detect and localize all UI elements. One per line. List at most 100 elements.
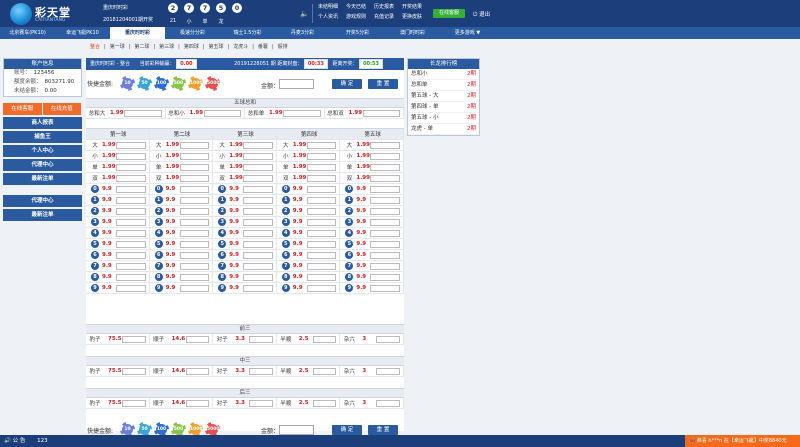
tab-swiss[interactable]: 瑞士1.5分彩: [220, 27, 275, 39]
bet-input[interactable]: [306, 262, 337, 270]
logo[interactable]: 彩天堂 CAITIANTANG: [10, 3, 74, 25]
subtab[interactable]: 第五球: [209, 44, 224, 50]
bet-input[interactable]: [370, 240, 400, 248]
bet-input[interactable]: [122, 367, 146, 375]
bet-input[interactable]: [185, 335, 210, 343]
bet-input[interactable]: [370, 141, 400, 149]
subtab[interactable]: 整合: [90, 44, 100, 50]
bet-input[interactable]: [370, 273, 400, 281]
latest-bets-button[interactable]: 最新注单: [3, 173, 82, 185]
bet-input[interactable]: [249, 335, 273, 343]
bet-input[interactable]: [370, 163, 400, 171]
amount-input-bottom[interactable]: [279, 425, 314, 435]
chip-1000[interactable]: 1000: [188, 76, 203, 91]
bet-input[interactable]: [122, 399, 146, 407]
merchant-report-button[interactable]: 商人报表: [3, 117, 82, 129]
subtab[interactable]: 第一球: [110, 44, 125, 50]
bet-input[interactable]: [179, 152, 210, 160]
bet-input[interactable]: [249, 367, 273, 375]
bet-input[interactable]: [306, 229, 337, 237]
tab-airship[interactable]: 幸运飞艇PK10: [55, 27, 110, 39]
bet-input[interactable]: [306, 284, 337, 292]
bet-input[interactable]: [122, 335, 146, 343]
tab-cqssc[interactable]: 重庆时时彩: [110, 27, 165, 39]
nav-profile[interactable]: 个人资讯: [318, 13, 338, 20]
chip-500[interactable]: 500: [171, 76, 186, 91]
chip-10[interactable]: 10: [120, 76, 135, 91]
bet-input[interactable]: [243, 207, 273, 215]
bet-input[interactable]: [370, 196, 400, 204]
bet-input[interactable]: [312, 335, 337, 343]
reset-button-bottom[interactable]: 重 置: [368, 425, 398, 435]
nav-unsettled[interactable]: 未结明细: [318, 3, 338, 10]
bet-input[interactable]: [306, 207, 337, 215]
tab-macau[interactable]: 澳门时时彩: [385, 27, 440, 39]
tab-jisu[interactable]: 极速分分彩: [165, 27, 220, 39]
bet-input[interactable]: [185, 399, 210, 407]
nav-rules[interactable]: 游戏规则: [346, 13, 366, 20]
bet-input[interactable]: [243, 229, 273, 237]
bet-input[interactable]: [370, 229, 400, 237]
bet-input[interactable]: [243, 185, 273, 193]
confirm-button[interactable]: 确 定: [332, 79, 362, 89]
bet-input[interactable]: [116, 152, 146, 160]
nav-settled-today[interactable]: 今天已结: [346, 3, 366, 10]
tab-pk10[interactable]: 北京赛车(PK10): [0, 27, 55, 39]
amount-input[interactable]: [279, 79, 314, 89]
bet-input[interactable]: [376, 399, 400, 407]
bet-input[interactable]: [185, 367, 210, 375]
bet-input[interactable]: [179, 218, 210, 226]
bet-input[interactable]: [370, 262, 400, 270]
bet-input[interactable]: [376, 367, 400, 375]
bet-input[interactable]: [312, 399, 337, 407]
reset-button[interactable]: 重 置: [368, 79, 398, 89]
bet-input[interactable]: [116, 218, 146, 226]
bet-input[interactable]: [283, 109, 321, 117]
bet-input[interactable]: [116, 141, 146, 149]
bet-input[interactable]: [243, 196, 273, 204]
bet-input[interactable]: [370, 207, 400, 215]
bet-input[interactable]: [116, 229, 146, 237]
bet-input[interactable]: [179, 207, 210, 215]
subtab[interactable]: 第三球: [159, 44, 174, 50]
bet-input[interactable]: [243, 218, 273, 226]
confirm-button-bottom[interactable]: 确 定: [332, 425, 362, 435]
bet-input[interactable]: [370, 185, 400, 193]
bet-input[interactable]: [243, 251, 273, 259]
chip-50[interactable]: 50: [137, 76, 152, 91]
bet-input[interactable]: [179, 240, 210, 248]
bet-input[interactable]: [370, 152, 400, 160]
bet-input[interactable]: [249, 399, 273, 407]
bet-input[interactable]: [116, 251, 146, 259]
personal-center-button[interactable]: 个人中心: [3, 145, 82, 157]
bet-input[interactable]: [243, 152, 273, 160]
fishing-button[interactable]: 捕鱼王: [3, 131, 82, 143]
tab-denmark[interactable]: 丹麦3分彩: [275, 27, 330, 39]
bet-input[interactable]: [362, 109, 400, 117]
bet-input[interactable]: [203, 109, 241, 117]
bet-input[interactable]: [124, 109, 162, 117]
bet-input[interactable]: [376, 335, 400, 343]
bet-input[interactable]: [179, 196, 210, 204]
logout-button[interactable]: ⏻ 退出: [473, 10, 490, 19]
bet-input[interactable]: [370, 284, 400, 292]
bet-input[interactable]: [306, 174, 337, 182]
bet-input[interactable]: [306, 163, 337, 171]
online-service-button[interactable]: 在线客服: [433, 9, 465, 18]
bet-input[interactable]: [116, 163, 146, 171]
nav-history[interactable]: 历史报表: [374, 3, 394, 10]
bet-input[interactable]: [306, 273, 337, 281]
nav-skin[interactable]: 更换皮肤: [402, 13, 422, 20]
chip-5000[interactable]: 5000: [205, 76, 220, 91]
bet-input[interactable]: [116, 207, 146, 215]
bet-input[interactable]: [306, 218, 337, 226]
bet-input[interactable]: [243, 262, 273, 270]
nav-recharge[interactable]: 充值记录: [374, 13, 394, 20]
latest-bets-button-2[interactable]: 最新注单: [3, 209, 82, 221]
bet-input[interactable]: [243, 141, 273, 149]
bet-input[interactable]: [116, 262, 146, 270]
bet-input[interactable]: [306, 251, 337, 259]
bet-input[interactable]: [116, 185, 146, 193]
bet-input[interactable]: [179, 185, 210, 193]
bet-input[interactable]: [370, 174, 400, 182]
